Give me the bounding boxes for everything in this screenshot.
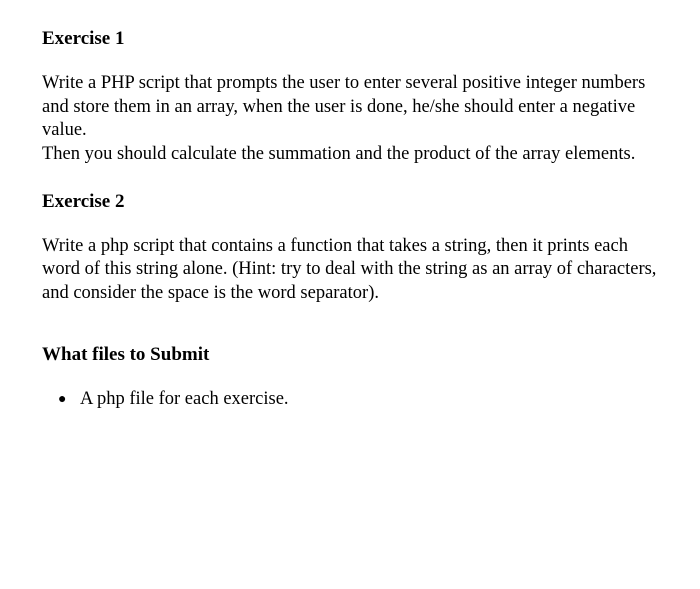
exercise-1-heading: Exercise 1 [42, 28, 658, 50]
submit-list-item: A php file for each exercise. [80, 388, 658, 412]
submit-heading: What files to Submit [42, 344, 658, 366]
exercise-1-body: Write a PHP script that prompts the user… [42, 72, 658, 167]
exercise-2-heading: Exercise 2 [42, 191, 658, 213]
exercise-2-body: Write a php script that contains a funct… [42, 235, 658, 306]
submit-list: A php file for each exercise. [42, 388, 658, 412]
